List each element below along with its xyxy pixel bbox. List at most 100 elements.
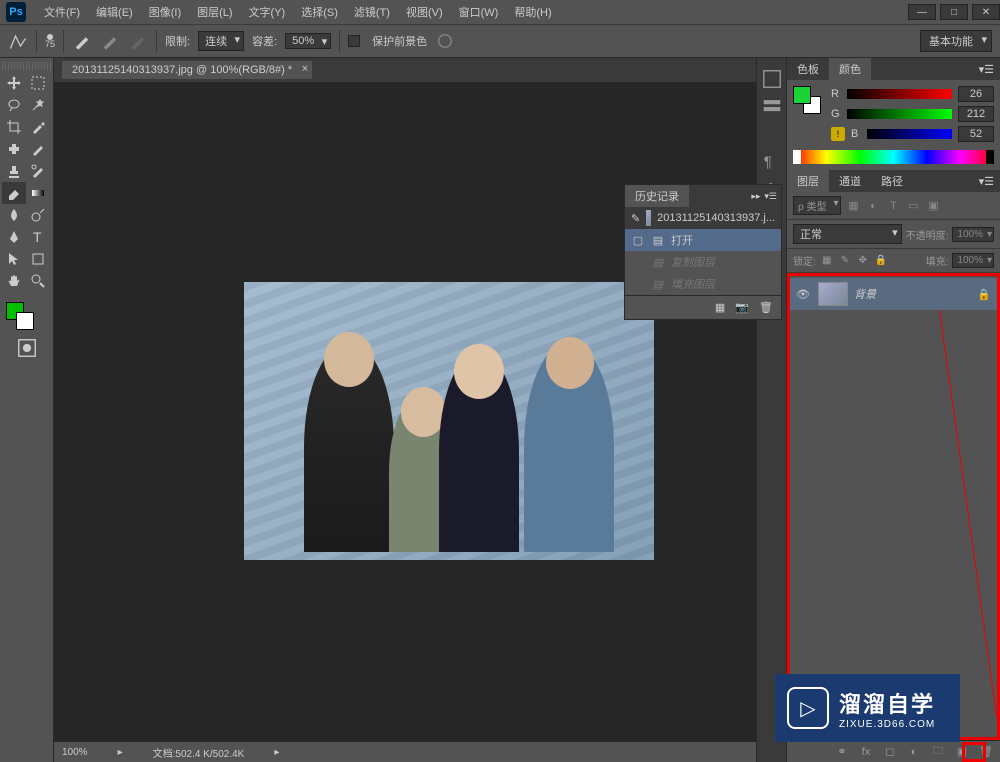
limit-select[interactable]: 连续 — [198, 31, 244, 51]
filter-adjust-icon[interactable]: ◐ — [865, 198, 881, 214]
shape-tool[interactable] — [26, 248, 50, 270]
r-slider[interactable] — [847, 89, 952, 99]
layer-fx-icon[interactable]: fx — [858, 744, 874, 760]
toolbox-handle[interactable] — [2, 62, 51, 70]
wand-tool[interactable] — [26, 94, 50, 116]
color-panel-menu-icon[interactable]: ▾☰ — [979, 63, 1000, 76]
swatches-tab[interactable]: 色板 — [787, 58, 829, 80]
dock-icon-3[interactable]: ¶ — [761, 150, 783, 172]
zoom-level[interactable]: 100% — [62, 747, 88, 758]
gamut-warning-icon[interactable]: ! — [831, 127, 845, 141]
filter-shape-icon[interactable]: ▭ — [905, 198, 921, 214]
quick-mask-toggle[interactable] — [16, 338, 38, 358]
history-item-fill[interactable]: ▤ 填充图层 — [625, 273, 781, 295]
filter-type-select[interactable]: ρ 类型 — [793, 196, 841, 215]
pressure-icon[interactable] — [435, 31, 455, 51]
color-swatch-pair[interactable] — [793, 86, 823, 116]
close-tab-icon[interactable]: × — [302, 63, 308, 75]
path-select-tool[interactable] — [2, 248, 26, 270]
panel-menu-icon[interactable]: ▾☰ — [764, 191, 777, 202]
dodge-tool[interactable] — [26, 204, 50, 226]
brush-size-picker[interactable]: 75 — [45, 34, 55, 49]
brush-tool[interactable] — [26, 138, 50, 160]
type-tool[interactable]: T — [26, 226, 50, 248]
history-snapshot[interactable]: ✎ 20131125140313937.j... — [625, 207, 781, 229]
tolerance-select[interactable]: 50% — [285, 33, 331, 49]
layer-thumbnail[interactable] — [818, 282, 848, 306]
crop-tool[interactable] — [2, 116, 26, 138]
paths-tab[interactable]: 路径 — [871, 170, 913, 192]
lock-transparency-icon[interactable]: ▦ — [820, 254, 834, 268]
menu-edit[interactable]: 编辑(E) — [88, 4, 141, 20]
color-tab[interactable]: 颜色 — [829, 58, 871, 80]
filter-type-icon[interactable]: T — [885, 198, 901, 214]
menu-help[interactable]: 帮助(H) — [506, 4, 559, 20]
history-item-copy[interactable]: ▤ 复制图层 — [625, 251, 781, 273]
document-tab[interactable]: 20131125140313937.jpg @ 100%(RGB/8#) * × — [62, 61, 312, 79]
brush-icon-1[interactable] — [72, 31, 92, 51]
history-tab[interactable]: 历史记录 — [625, 185, 689, 207]
background-swatch[interactable] — [16, 312, 34, 330]
lock-pixels-icon[interactable]: ✎ — [838, 254, 852, 268]
pen-tool[interactable] — [2, 226, 26, 248]
eyedropper-tool[interactable] — [26, 116, 50, 138]
menu-type[interactable]: 文字(Y) — [241, 4, 294, 20]
lock-all-icon[interactable]: 🔒 — [874, 254, 888, 268]
protect-fg-checkbox[interactable] — [348, 35, 360, 47]
zoom-tool[interactable] — [26, 270, 50, 292]
menu-select[interactable]: 选择(S) — [293, 4, 346, 20]
fill-value[interactable]: 100% — [952, 253, 994, 268]
close-button[interactable]: ✕ — [972, 4, 1000, 20]
marquee-tool[interactable] — [26, 72, 50, 94]
menu-file[interactable]: 文件(F) — [36, 4, 88, 20]
menu-view[interactable]: 视图(V) — [398, 4, 451, 20]
collapse-panel-icon[interactable]: ▸▸ — [751, 191, 760, 202]
brush-icon-3[interactable] — [128, 31, 148, 51]
hand-tool[interactable] — [2, 270, 26, 292]
menu-image[interactable]: 图像(I) — [141, 4, 189, 20]
color-spectrum[interactable] — [793, 150, 994, 164]
history-brush-tool[interactable] — [26, 160, 50, 182]
b-value[interactable]: 52 — [958, 126, 994, 142]
filter-smart-icon[interactable]: ▣ — [925, 198, 941, 214]
layer-name[interactable]: 背景 — [854, 286, 971, 302]
dock-icon-1[interactable] — [761, 68, 783, 90]
layer-row-background[interactable]: 👁 背景 🔒 — [790, 278, 997, 310]
g-slider[interactable] — [847, 109, 952, 119]
stamp-tool[interactable] — [2, 160, 26, 182]
current-tool-icon[interactable] — [8, 31, 28, 51]
camera-icon[interactable]: 📷 — [735, 301, 749, 314]
lock-position-icon[interactable]: ✥ — [856, 254, 870, 268]
menu-filter[interactable]: 滤镜(T) — [346, 4, 398, 20]
move-tool[interactable] — [2, 72, 26, 94]
workspace-switcher[interactable]: 基本功能 — [920, 30, 992, 52]
blend-mode-select[interactable]: 正常 — [793, 224, 902, 244]
blur-tool[interactable] — [2, 204, 26, 226]
layers-tab[interactable]: 图层 — [787, 170, 829, 192]
link-layers-icon[interactable]: ⚭ — [834, 744, 850, 760]
channels-tab[interactable]: 通道 — [829, 170, 871, 192]
g-value[interactable]: 212 — [958, 106, 994, 122]
menu-layer[interactable]: 图层(L) — [189, 4, 240, 20]
color-swatches[interactable] — [2, 298, 51, 334]
layer-mask-icon[interactable]: ◻ — [882, 744, 898, 760]
dock-icon-2[interactable] — [761, 96, 783, 118]
menu-window[interactable]: 窗口(W) — [451, 4, 507, 20]
layer-group-icon[interactable]: 🗀 — [930, 744, 946, 760]
filter-pixel-icon[interactable]: ▦ — [845, 198, 861, 214]
canvas-viewport[interactable] — [54, 82, 756, 742]
lasso-tool[interactable] — [2, 94, 26, 116]
b-slider[interactable] — [867, 129, 952, 139]
layers-panel-menu-icon[interactable]: ▾☰ — [979, 175, 1000, 188]
trash-icon[interactable]: 🗑 — [759, 301, 773, 314]
history-item-open[interactable]: ▢ ▤ 打开 — [625, 229, 781, 251]
minimize-button[interactable]: — — [908, 4, 936, 20]
maximize-button[interactable]: □ — [940, 4, 968, 20]
gradient-tool[interactable] — [26, 182, 50, 204]
r-value[interactable]: 26 — [958, 86, 994, 102]
fg-color-swatch[interactable] — [793, 86, 811, 104]
visibility-icon[interactable]: 👁 — [796, 288, 812, 301]
new-doc-from-state-icon[interactable]: ▦ — [715, 301, 725, 314]
brush-icon-2[interactable] — [100, 31, 120, 51]
eraser-tool[interactable] — [2, 182, 26, 204]
